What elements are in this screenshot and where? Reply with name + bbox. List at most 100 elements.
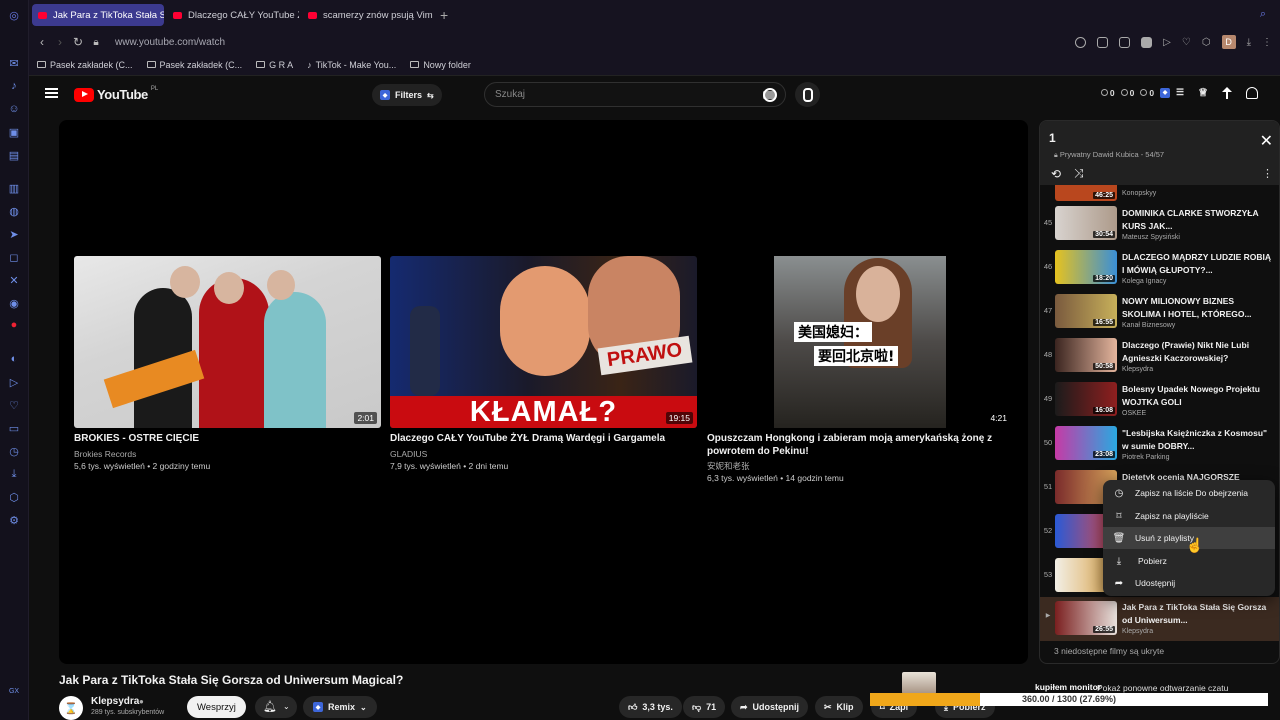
url-field[interactable]: www.youtube.com/watch bbox=[115, 37, 225, 48]
counter[interactable]: 0 bbox=[1120, 88, 1134, 98]
box-icon[interactable]: ⬡ bbox=[7, 490, 21, 504]
playlist-title[interactable]: 1 bbox=[1049, 131, 1056, 145]
channel-name[interactable]: Brokies Records bbox=[74, 448, 381, 460]
item-index: 51 bbox=[1043, 482, 1053, 491]
search-input[interactable]: Szukaj bbox=[484, 82, 786, 107]
notifications-icon[interactable] bbox=[1246, 86, 1258, 99]
youtube-favicon-icon bbox=[308, 11, 317, 19]
heart-icon[interactable]: ♡ bbox=[1182, 37, 1191, 48]
gx-icon[interactable]: GX bbox=[7, 684, 21, 698]
search-tabs-icon[interactable]: ⌕ bbox=[1260, 8, 1266, 21]
bookmark-item[interactable]: ♪ TikTok - Make You... bbox=[307, 60, 396, 70]
menu-icon[interactable]: ⋮ bbox=[1262, 37, 1272, 48]
image-icon[interactable]: ▣ bbox=[7, 125, 21, 139]
menu-icon[interactable] bbox=[45, 88, 58, 98]
list-icon[interactable]: ☰ bbox=[1176, 87, 1184, 98]
x-icon[interactable]: ✕ bbox=[7, 273, 21, 287]
shield-icon[interactable] bbox=[1141, 36, 1153, 48]
discord-icon[interactable]: ◉ bbox=[7, 296, 21, 310]
settings-icon[interactable]: ⚙ bbox=[7, 513, 21, 527]
browser-logo-icon[interactable]: ◎ bbox=[7, 8, 21, 22]
tab[interactable]: Dlaczego CAŁY YouTube Ż bbox=[167, 4, 299, 26]
heart-icon[interactable]: ♡ bbox=[7, 398, 21, 412]
new-tab-button[interactable]: + bbox=[440, 7, 448, 23]
channel-name[interactable]: Klepsydra bbox=[91, 696, 139, 707]
video-thumbnail[interactable]: 2:01 bbox=[74, 256, 381, 428]
menu-item-save-playlist[interactable]: ⌑ Zapisz na playliście bbox=[1103, 505, 1275, 527]
record-icon[interactable]: ● bbox=[7, 318, 21, 332]
download-icon[interactable]: ⤓ bbox=[1247, 37, 1251, 48]
clip-button[interactable]: ✂ Klip bbox=[815, 696, 863, 718]
reload-icon[interactable]: ↻ bbox=[69, 35, 87, 49]
list-item[interactable]: 46:25 Konopskyy bbox=[1040, 185, 1279, 203]
channel-name[interactable]: 安妮和老张 bbox=[707, 460, 1014, 472]
extensions-icon[interactable]: ⬡ bbox=[1202, 37, 1211, 48]
bookmark-item[interactable]: Nowy folder bbox=[410, 60, 471, 70]
person-icon[interactable]: ☺ bbox=[7, 102, 21, 116]
microphone-icon[interactable] bbox=[795, 82, 820, 107]
endscreen-video[interactable]: 美国媳妇： 要回北京啦! 4:21 Opuszczam Hongkong i z… bbox=[707, 256, 1014, 484]
filters-button[interactable]: ◆ Filters ⇆ bbox=[372, 84, 442, 106]
shuffle-icon[interactable]: ⤨ bbox=[1074, 166, 1084, 181]
video-thumbnail[interactable]: PRAWO KŁAMAŁ? 19:15 bbox=[390, 256, 697, 428]
forward-icon[interactable]: › bbox=[51, 35, 69, 49]
list-item[interactable]: 46 18:20 DLACZEGO MĄDRZY LUDZIE ROBIĄ I … bbox=[1040, 249, 1279, 292]
list-item-current[interactable]: ▶ 26:55 Jak Para z TikToka Stała Się Gor… bbox=[1040, 597, 1279, 641]
twitch-icon[interactable]: ▥ bbox=[7, 181, 21, 195]
list-item[interactable]: 45 30:54 DOMINIKA CLARKE STWORZYŁA KURS … bbox=[1040, 205, 1279, 248]
extension-icon[interactable]: ◆ bbox=[1160, 87, 1171, 98]
menu-item-watch-later[interactable]: ◷ Zapisz na liście Do obejrzenia bbox=[1103, 482, 1275, 504]
list-item[interactable]: 49 16:08 Bolesny Upadek Nowego Projektu … bbox=[1040, 381, 1279, 424]
back-icon[interactable]: ‹ bbox=[33, 35, 51, 49]
mail-icon[interactable]: ✉ bbox=[7, 56, 21, 70]
pin-icon[interactable] bbox=[1097, 36, 1109, 48]
counter[interactable]: 0 bbox=[1100, 88, 1115, 98]
endscreen-video[interactable]: 2:01 BROKIES - OSTRE CIĘCIE Brokies Reco… bbox=[74, 256, 381, 472]
messenger-icon[interactable]: ◍ bbox=[7, 204, 21, 218]
app-icon[interactable]: ▤ bbox=[7, 148, 21, 162]
like-button[interactable]: 👍︎ 3,3 tys. bbox=[619, 696, 682, 718]
dislike-button[interactable]: 👎︎ 71 bbox=[683, 696, 726, 718]
share-button[interactable]: ➦ Udostępnij bbox=[731, 696, 809, 718]
search-icon[interactable] bbox=[752, 82, 788, 107]
video-title[interactable]: Dlaczego CAŁY YouTube ŻYŁ Dramą Wardęgi … bbox=[390, 433, 697, 446]
wallet-icon[interactable]: ▭ bbox=[7, 421, 21, 435]
bookmark-item[interactable]: Pasek zakładek (C... bbox=[37, 60, 133, 70]
video-title[interactable]: Opuszczam Hongkong i zabieram moją amery… bbox=[707, 433, 1014, 458]
playlist-owner-count[interactable]: Dawid Kubica - 54/57 bbox=[1093, 150, 1164, 159]
telegram-icon[interactable]: ➤ bbox=[7, 227, 21, 241]
download-icon[interactable]: ⤓ bbox=[7, 467, 21, 481]
remix-button[interactable]: ◆ Remix ⌄ bbox=[303, 696, 377, 718]
more-icon[interactable]: ⋮ bbox=[1262, 167, 1273, 180]
trophy-icon[interactable]: ♕ bbox=[1198, 86, 1208, 99]
loop-icon[interactable]: ⟲ bbox=[1051, 167, 1061, 181]
bookmark-item[interactable]: Pasek zakładek (C... bbox=[146, 60, 242, 70]
zoom-icon[interactable] bbox=[1075, 36, 1087, 48]
avatar[interactable]: D bbox=[1221, 35, 1236, 49]
youtube-logo[interactable]: YouTube PL bbox=[74, 86, 158, 102]
list-item[interactable]: 48 50:58 Dlaczego (Prawie) Nikt Nie Lubi… bbox=[1040, 337, 1279, 380]
upload-icon[interactable] bbox=[1222, 86, 1232, 99]
video-thumbnail[interactable]: 美国媳妇： 要回北京啦! 4:21 bbox=[707, 256, 1014, 428]
channel-avatar[interactable]: ⌛ bbox=[59, 696, 83, 720]
menu-item-share[interactable]: ➦ Udostępnij bbox=[1103, 572, 1275, 594]
close-icon[interactable]: ✕ bbox=[1260, 134, 1273, 150]
support-button[interactable]: Wesprzyj bbox=[187, 696, 246, 718]
subscription-bell-button[interactable]: 🔔︎ ⌄ bbox=[255, 696, 297, 718]
tab-active[interactable]: Jak Para z TikToka Stała S bbox=[32, 4, 164, 26]
chat-icon[interactable]: ◐ bbox=[7, 352, 21, 366]
endscreen-video[interactable]: PRAWO KŁAMAŁ? 19:15 Dlaczego CAŁY YouTub… bbox=[390, 256, 697, 472]
play-icon[interactable]: ▷ bbox=[7, 375, 21, 389]
list-item[interactable]: 50 23:08 "Lesbijska Księżniczka z Kosmos… bbox=[1040, 425, 1279, 468]
tab[interactable]: scamerzy znów psują Vim bbox=[302, 4, 434, 26]
video-title[interactable]: BROKIES - OSTRE CIĘCIE bbox=[74, 433, 381, 446]
bookmark-item[interactable]: G R A bbox=[256, 60, 293, 70]
play-icon[interactable]: ▷ bbox=[1163, 37, 1171, 48]
list-item[interactable]: 47 16:55 NOWY MILIONOWY BIZNES SKOLIMA I… bbox=[1040, 293, 1279, 336]
channel-name[interactable]: GLADIUS bbox=[390, 448, 697, 460]
instagram-icon[interactable]: ◻ bbox=[7, 250, 21, 264]
snapshot-icon[interactable] bbox=[1119, 36, 1131, 48]
history-icon[interactable]: ◷ bbox=[7, 444, 21, 458]
bell-icon[interactable]: ♪ bbox=[7, 79, 21, 93]
counter[interactable]: 0 bbox=[1140, 88, 1154, 98]
